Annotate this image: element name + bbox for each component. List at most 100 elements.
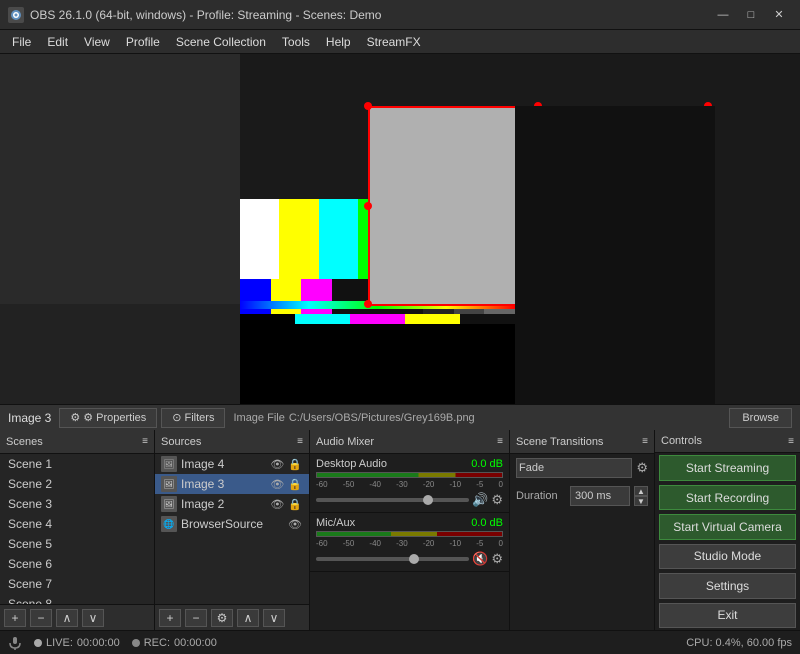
settings-button[interactable]: Settings <box>659 573 796 598</box>
remove-scene-button[interactable]: − <box>30 609 52 627</box>
menu-profile[interactable]: Profile <box>118 33 168 51</box>
exit-button[interactable]: Exit <box>659 603 796 628</box>
handle-bl[interactable] <box>364 300 372 308</box>
image-path: C:/Users/OBS/Pictures/Grey169B.png <box>289 412 475 424</box>
remove-source-button[interactable]: − <box>185 609 207 627</box>
maximize-button[interactable]: □ <box>738 4 764 26</box>
source-lock-button-2[interactable]: 🔒 <box>287 478 303 491</box>
add-scene-button[interactable]: + <box>4 609 26 627</box>
menu-file[interactable]: File <box>4 33 39 51</box>
menu-scene-collection[interactable]: Scene Collection <box>168 33 274 51</box>
desktop-audio-settings[interactable]: ⚙ <box>491 492 503 508</box>
mic-audio-settings[interactable]: ⚙ <box>491 551 503 567</box>
studio-mode-button[interactable]: Studio Mode <box>659 544 796 569</box>
sources-footer: + − ⚙ ∧ ∨ <box>155 604 309 630</box>
controls-menu-icon[interactable]: ≡ <box>788 436 794 447</box>
audio-menu-icon[interactable]: ≡ <box>497 436 503 447</box>
filters-button[interactable]: ⊙ Filters <box>161 408 225 428</box>
scene-item-8[interactable]: Scene 8 <box>0 594 154 604</box>
start-recording-button[interactable]: Start Recording <box>659 485 796 510</box>
duration-up-button[interactable]: ▲ <box>634 486 648 496</box>
menu-view[interactable]: View <box>76 33 118 51</box>
minimize-button[interactable]: — <box>710 4 736 26</box>
mic-mute-button[interactable]: 🔇 <box>472 551 488 567</box>
scenes-menu-icon[interactable]: ≡ <box>142 436 148 447</box>
status-bar: LIVE: 00:00:00 REC: 00:00:00 CPU: 0.4%, … <box>0 630 800 654</box>
image-source-icon-3: 🖼 <box>161 496 177 512</box>
scene-item-2[interactable]: Scene 2 <box>0 474 154 494</box>
menu-tools[interactable]: Tools <box>274 33 318 51</box>
transitions-panel-header: Scene Transitions ≡ <box>510 430 654 454</box>
sources-panel: Sources ≡ 🖼 Image 4 👁 🔒 🖼 Image 3 👁 🔒 <box>155 430 310 630</box>
preview-area <box>0 54 800 404</box>
source-item-browser[interactable]: 🌐 BrowserSource 👁 <box>155 514 309 534</box>
scene-down-button[interactable]: ∨ <box>82 609 104 627</box>
scene-item-3[interactable]: Scene 3 <box>0 494 154 514</box>
image-file-label: Image File <box>233 412 284 424</box>
duration-down-button[interactable]: ▼ <box>634 496 648 506</box>
close-button[interactable]: ✕ <box>766 4 792 26</box>
gear-icon: ⚙ <box>70 411 80 424</box>
cpu-status-item: CPU: 0.4%, 60.00 fps <box>686 637 792 649</box>
source-eye-button-1[interactable]: 👁 <box>269 458 285 471</box>
scenes-list: Scene 1 Scene 2 Scene 3 Scene 4 Scene 5 … <box>0 454 154 604</box>
audio-panel-header: Audio Mixer ≡ <box>310 430 509 454</box>
scenes-footer: + − ∧ ∨ <box>0 604 154 630</box>
source-eye-button-3[interactable]: 👁 <box>269 498 285 511</box>
desktop-audio-fader[interactable] <box>316 498 469 502</box>
menu-help[interactable]: Help <box>318 33 359 51</box>
transition-type-select[interactable]: Fade Cut Swipe Slide <box>516 458 632 478</box>
properties-button[interactable]: ⚙ ⚙ Properties <box>59 408 157 428</box>
start-virtual-camera-button[interactable]: Start Virtual Camera <box>659 514 796 539</box>
source-lock-button-1[interactable]: 🔒 <box>287 458 303 471</box>
source-item-image2[interactable]: 🖼 Image 2 👁 🔒 <box>155 494 309 514</box>
controls-panel-header: Controls ≡ <box>655 430 800 453</box>
transition-duration-row: Duration ▲ ▼ <box>510 482 654 510</box>
transition-duration-input[interactable] <box>570 486 630 506</box>
source-item-image3[interactable]: 🖼 Image 3 👁 🔒 <box>155 474 309 494</box>
source-eye-button-2[interactable]: 👁 <box>269 478 285 491</box>
mic-aux-channel: Mic/Aux 0.0 dB -60-50-40-30-20-10-50 🔇 ⚙ <box>310 513 509 572</box>
scene-item-1[interactable]: Scene 1 <box>0 454 154 474</box>
start-streaming-button[interactable]: Start Streaming <box>659 455 796 480</box>
handle-tl[interactable] <box>364 102 372 110</box>
menu-streamfx[interactable]: StreamFX <box>359 33 429 51</box>
scene-transitions-panel: Scene Transitions ≡ Fade Cut Swipe Slide… <box>510 430 655 630</box>
image-source-icon-2: 🖼 <box>161 476 177 492</box>
selected-source-name: Image 3 <box>8 411 51 425</box>
scenes-panel-header: Scenes ≡ <box>0 430 154 454</box>
scene-item-5[interactable]: Scene 5 <box>0 534 154 554</box>
transition-settings-button[interactable]: ⚙ <box>636 460 648 476</box>
browse-button[interactable]: Browse <box>729 408 792 428</box>
window-title: OBS 26.1.0 (64-bit, windows) - Profile: … <box>30 8 381 22</box>
duration-spinner: ▲ ▼ <box>634 486 648 506</box>
source-up-button[interactable]: ∧ <box>237 609 259 627</box>
mic-icon <box>8 636 22 650</box>
add-source-button[interactable]: + <box>159 609 181 627</box>
mic-audio-fader[interactable] <box>316 557 469 561</box>
rec-indicator <box>132 639 140 647</box>
transitions-menu-icon[interactable]: ≡ <box>642 436 648 447</box>
menu-edit[interactable]: Edit <box>39 33 76 51</box>
scenes-panel: Scenes ≡ Scene 1 Scene 2 Scene 3 Scene 4… <box>0 430 155 630</box>
scene-item-4[interactable]: Scene 4 <box>0 514 154 534</box>
mic-status-item <box>8 636 22 650</box>
source-lock-button-3[interactable]: 🔒 <box>287 498 303 511</box>
rec-status-item: REC: 00:00:00 <box>132 637 217 649</box>
scene-item-6[interactable]: Scene 6 <box>0 554 154 574</box>
desktop-mute-button[interactable]: 🔊 <box>472 492 488 508</box>
source-item-image4[interactable]: 🖼 Image 4 👁 🔒 <box>155 454 309 474</box>
handle-ml[interactable] <box>364 202 372 210</box>
scene-up-button[interactable]: ∧ <box>56 609 78 627</box>
title-bar: OBS 26.1.0 (64-bit, windows) - Profile: … <box>0 0 800 30</box>
desktop-audio-channel: Desktop Audio 0.0 dB -60-50-40-30-20-10-… <box>310 454 509 513</box>
source-down-button[interactable]: ∨ <box>263 609 285 627</box>
sources-menu-icon[interactable]: ≡ <box>297 436 303 447</box>
sources-panel-header: Sources ≡ <box>155 430 309 454</box>
source-settings-button[interactable]: ⚙ <box>211 609 233 627</box>
transition-type-row: Fade Cut Swipe Slide ⚙ <box>510 454 654 482</box>
scene-item-7[interactable]: Scene 7 <box>0 574 154 594</box>
source-eye-button-4[interactable]: 👁 <box>287 518 303 531</box>
image-source-icon: 🖼 <box>161 456 177 472</box>
filter-icon: ⊙ <box>172 411 181 424</box>
